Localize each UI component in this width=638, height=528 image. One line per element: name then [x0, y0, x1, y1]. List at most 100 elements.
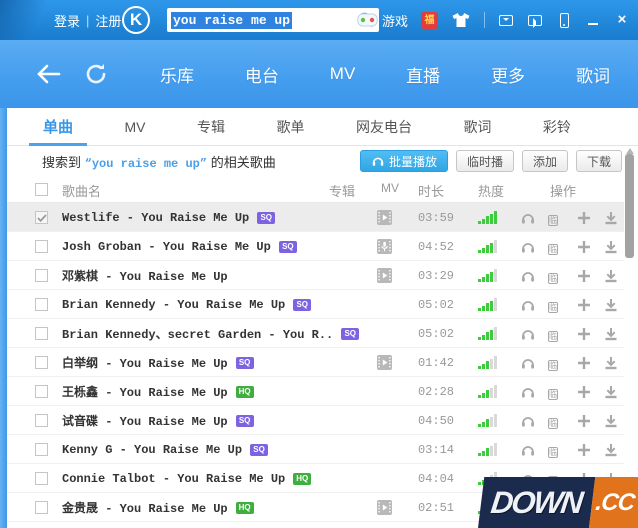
song-title[interactable]: Josh Groban - You Raise Me Up	[62, 240, 271, 254]
tray-mode-button[interactable]	[498, 11, 514, 29]
temp-playlist-icon[interactable]: 临	[548, 413, 564, 429]
temp-playlist-icon[interactable]: 临	[548, 355, 564, 371]
table-row[interactable]: 王栎鑫 - You Raise Me Up HQ 02:28 临	[7, 377, 624, 406]
download-icon[interactable]	[603, 326, 619, 342]
song-title[interactable]: Westlife - You Raise Me Up	[62, 211, 249, 225]
search-input[interactable]: you raise me up	[167, 8, 379, 32]
row-checkbox[interactable]	[35, 356, 48, 369]
temp-playlist-icon[interactable]: 临	[548, 384, 564, 400]
temp-playlist-icon[interactable]: 临	[548, 326, 564, 342]
register-link[interactable]: 注册	[95, 11, 121, 30]
phone-transfer-button[interactable]	[556, 11, 572, 29]
app-logo[interactable]: K	[122, 6, 150, 34]
minimize-button[interactable]	[585, 11, 601, 29]
listen-icon[interactable]	[520, 268, 536, 284]
row-checkbox[interactable]	[35, 501, 48, 514]
back-button[interactable]	[36, 62, 62, 86]
nav-item[interactable]: 乐库	[160, 62, 194, 87]
temp-playlist-icon[interactable]: 临	[548, 297, 564, 313]
nav-item[interactable]: 直播	[406, 62, 440, 87]
row-checkbox[interactable]	[35, 269, 48, 282]
download-icon[interactable]	[603, 355, 619, 371]
listen-icon[interactable]	[520, 210, 536, 226]
mv-play-icon[interactable]	[377, 268, 392, 283]
listen-icon[interactable]	[520, 442, 536, 458]
download-icon[interactable]	[603, 210, 619, 226]
download-icon[interactable]	[603, 268, 619, 284]
listen-icon[interactable]	[520, 297, 536, 313]
result-action-button[interactable]: 添加	[521, 150, 568, 172]
listen-icon[interactable]	[520, 239, 536, 255]
add-to-playlist-icon[interactable]	[576, 210, 592, 226]
row-checkbox[interactable]	[35, 211, 48, 224]
song-title[interactable]: Connie Talbot - You Raise Me Up	[62, 472, 285, 486]
song-title[interactable]: 王栎鑫 - You Raise Me Up	[62, 383, 228, 400]
mv-play-icon[interactable]	[377, 500, 392, 515]
tab[interactable]: MV	[119, 109, 152, 146]
tab[interactable]: 歌单	[270, 109, 310, 146]
tab[interactable]: 网友电台	[350, 109, 418, 146]
table-row[interactable]: 邓紫棋 - You Raise Me Up 03:29 临	[7, 261, 624, 290]
tab[interactable]: 单曲	[28, 109, 88, 146]
tab[interactable]: 专辑	[191, 109, 231, 146]
add-to-playlist-icon[interactable]	[576, 297, 592, 313]
listen-icon[interactable]	[520, 384, 536, 400]
row-checkbox[interactable]	[35, 414, 48, 427]
refresh-button[interactable]	[84, 62, 108, 86]
listen-icon[interactable]	[520, 355, 536, 371]
result-action-button[interactable]: 临时播	[455, 150, 514, 172]
temp-playlist-icon[interactable]: 临	[548, 442, 564, 458]
nav-item[interactable]: 更多	[491, 62, 525, 87]
lucky-bag-icon[interactable]: 福	[421, 11, 438, 29]
nav-item[interactable]: 歌词	[576, 62, 610, 87]
download-icon[interactable]	[603, 442, 619, 458]
listen-icon[interactable]	[520, 326, 536, 342]
skin-icon[interactable]	[451, 12, 471, 28]
scrollbar[interactable]	[625, 142, 635, 528]
song-title[interactable]: 白举纲 - You Raise Me Up	[62, 354, 228, 371]
download-icon[interactable]	[603, 297, 619, 313]
scrollbar-thumb[interactable]	[625, 154, 634, 258]
row-checkbox[interactable]	[35, 327, 48, 340]
song-title[interactable]: Brian Kennedy - You Raise Me Up	[62, 298, 285, 312]
table-row[interactable]: Brian Kennedy - You Raise Me Up SQ 05:02	[7, 290, 624, 319]
row-checkbox[interactable]	[35, 472, 48, 485]
tab[interactable]: 歌词	[457, 109, 497, 146]
mv-play-icon[interactable]	[377, 210, 392, 225]
result-action-button[interactable]: 下载	[575, 150, 622, 172]
table-row[interactable]: 白举纲 - You Raise Me Up SQ 01:42 临	[7, 348, 624, 377]
scrollbar-up-arrow-icon[interactable]	[626, 144, 634, 154]
add-to-playlist-icon[interactable]	[576, 326, 592, 342]
temp-playlist-icon[interactable]: 临	[548, 239, 564, 255]
listen-icon[interactable]	[520, 413, 536, 429]
add-to-playlist-icon[interactable]	[576, 268, 592, 284]
close-button[interactable]: ×	[614, 11, 630, 29]
nav-item[interactable]: MV	[330, 64, 356, 84]
add-to-playlist-icon[interactable]	[576, 413, 592, 429]
song-title[interactable]: 试音碟 - You Raise Me Up	[62, 412, 228, 429]
download-icon[interactable]	[603, 413, 619, 429]
song-title[interactable]: Brian Kennedy、secret Garden - You R..	[62, 325, 333, 342]
nav-item[interactable]: 电台	[245, 62, 279, 87]
add-to-playlist-icon[interactable]	[576, 384, 592, 400]
add-to-playlist-icon[interactable]	[576, 239, 592, 255]
table-row[interactable]: Josh Groban - You Raise Me Up SQ 04:52 临	[7, 232, 624, 261]
search-input-value[interactable]: you raise me up	[171, 11, 293, 29]
accompaniment-mic-icon[interactable]	[377, 239, 392, 254]
row-checkbox[interactable]	[35, 298, 48, 311]
add-to-playlist-icon[interactable]	[576, 442, 592, 458]
row-checkbox[interactable]	[35, 385, 48, 398]
temp-playlist-icon[interactable]: 临	[548, 268, 564, 284]
download-icon[interactable]	[603, 239, 619, 255]
mini-mode-button[interactable]	[527, 11, 543, 29]
login-link[interactable]: 登录	[54, 11, 80, 30]
tab[interactable]: 彩铃	[537, 109, 577, 146]
table-row[interactable]: Brian Kennedy、secret Garden - You R.. SQ…	[7, 319, 624, 348]
result-action-button[interactable]: 批量播放	[359, 150, 448, 172]
select-all-checkbox[interactable]	[35, 183, 48, 196]
table-row[interactable]: 试音碟 - You Raise Me Up SQ 04:50 临	[7, 406, 624, 435]
song-title[interactable]: 金贵晟 - You Raise Me Up	[62, 499, 228, 516]
row-checkbox[interactable]	[35, 240, 48, 253]
download-icon[interactable]	[603, 384, 619, 400]
table-row[interactable]: Kenny G - You Raise Me Up SQ 03:14 临	[7, 435, 624, 464]
